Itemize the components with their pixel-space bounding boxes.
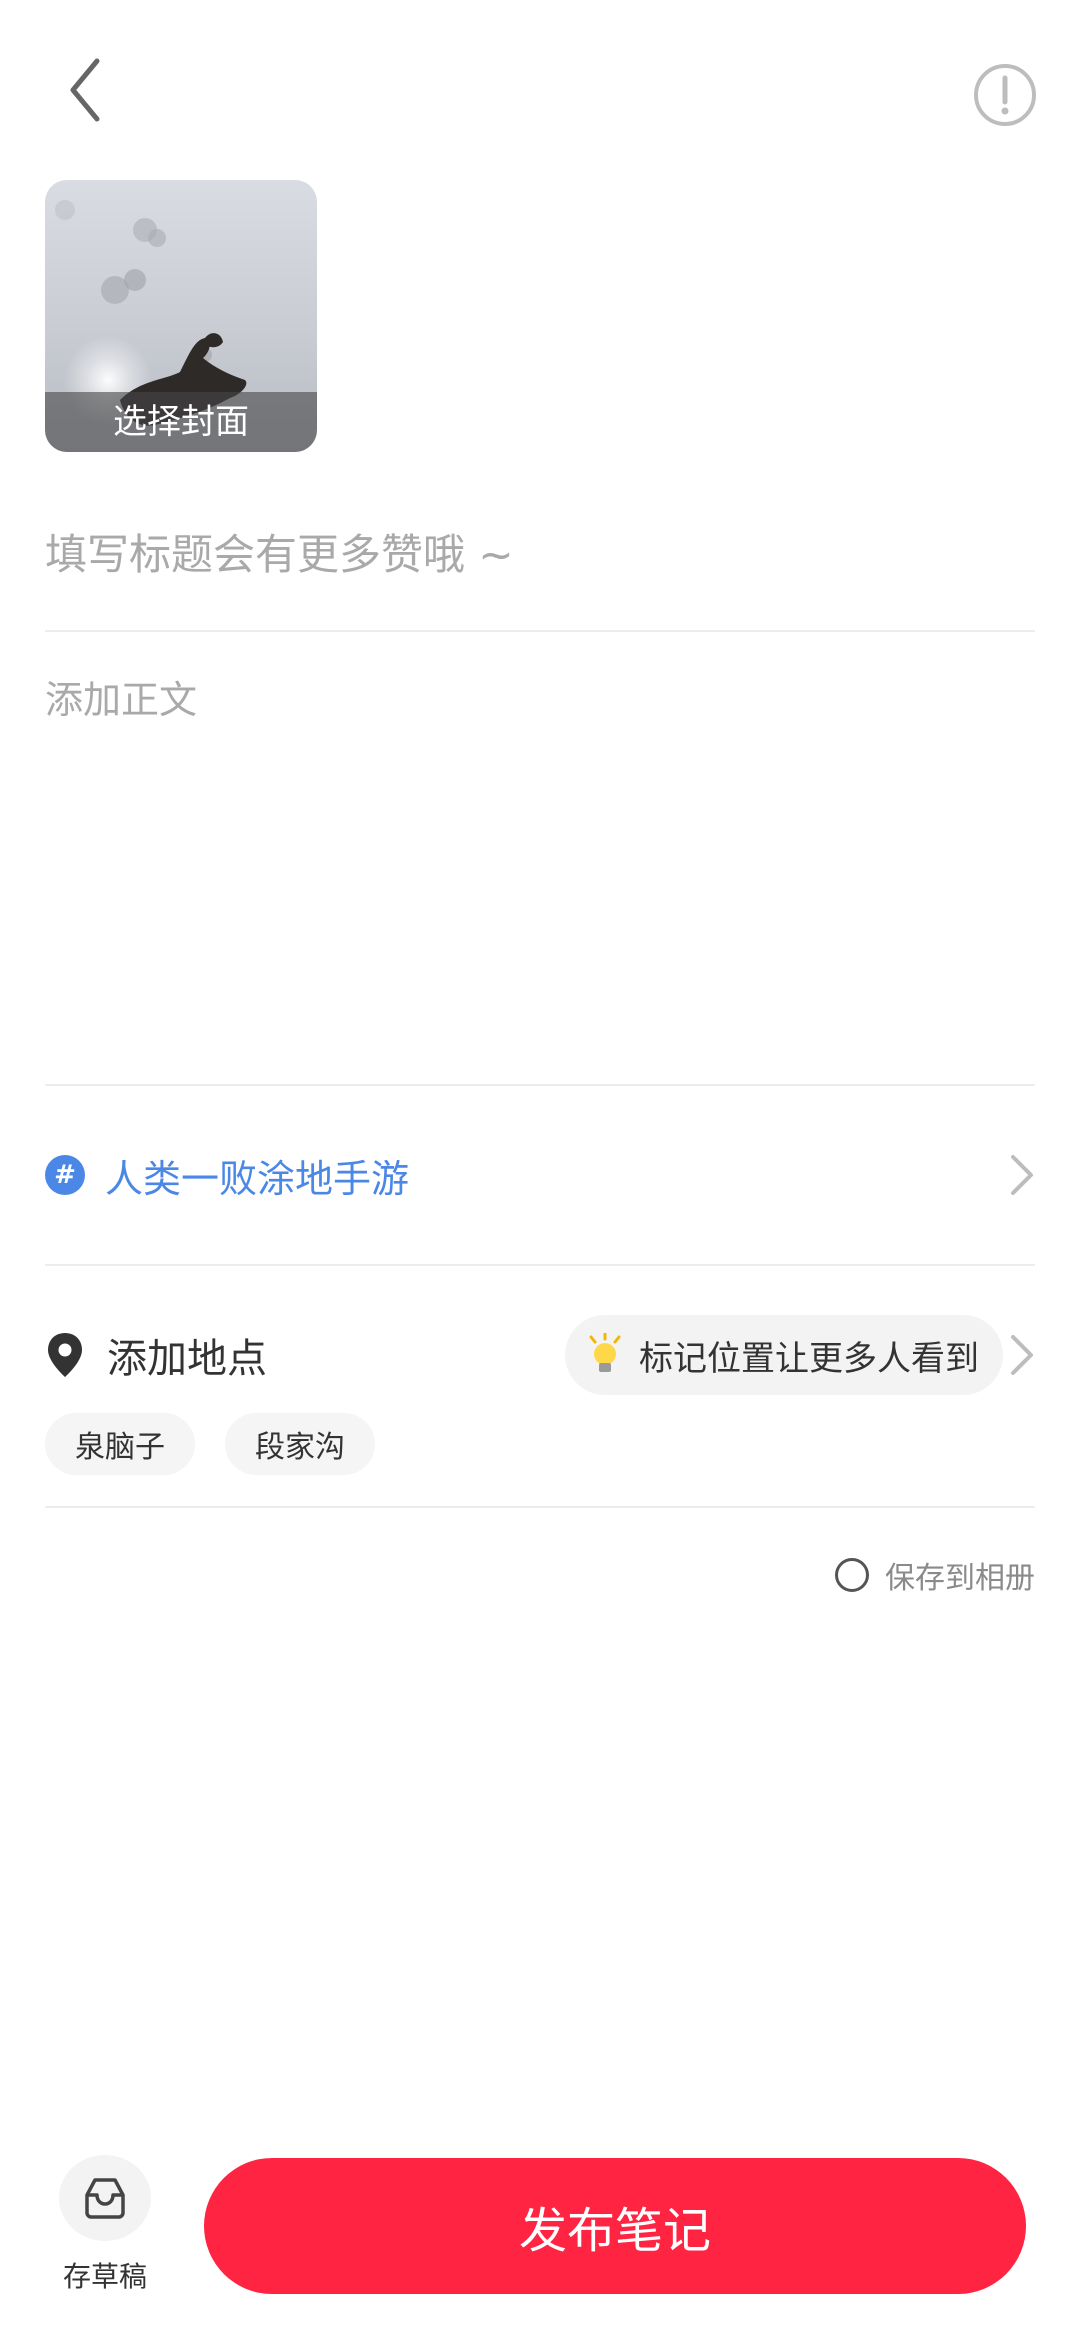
exclamation-circle-icon (974, 64, 1036, 126)
location-suggestion-tag[interactable]: 泉脑子 (45, 1413, 195, 1475)
divider (45, 1084, 1035, 1086)
cover-caption: 选择封面 (113, 402, 249, 442)
publish-button[interactable]: 发布笔记 (204, 2158, 1026, 2294)
draft-icon-wrapper (59, 2155, 151, 2241)
radio-unchecked-icon (835, 1558, 869, 1592)
chevron-right-icon (995, 1145, 1035, 1205)
divider (45, 1506, 1035, 1508)
save-draft-button[interactable]: 存草稿 (55, 2155, 155, 2295)
chevron-left-icon (70, 58, 100, 122)
title-input[interactable]: 填写标题会有更多赞哦 ~ (45, 520, 1035, 590)
save-to-album-toggle[interactable]: 保存到相册 (835, 1553, 1035, 1597)
inbox-icon (85, 2178, 125, 2219)
hash-icon: # (45, 1155, 85, 1195)
add-location-row[interactable]: 添加地点 标记位置让更多人看到 (45, 1305, 1035, 1405)
chevron-right-icon (1009, 1325, 1035, 1385)
location-hint-pill[interactable]: 标记位置让更多人看到 (565, 1315, 1003, 1395)
divider (45, 1264, 1035, 1266)
cover-selector[interactable]: 选择封面 (45, 180, 317, 452)
divider (45, 630, 1035, 632)
topic-label: 人类一败涂地手游 (105, 1156, 410, 1201)
save-to-album-label: 保存到相册 (885, 1561, 1035, 1596)
add-location-label: 添加地点 (107, 1336, 267, 1382)
topic-row[interactable]: # 人类一败涂地手游 (45, 1125, 1035, 1225)
back-button[interactable] (45, 45, 125, 135)
location-pin-icon (48, 1333, 82, 1377)
lightbulb-icon (589, 1333, 621, 1372)
body-input[interactable]: 添加正文 (45, 670, 1035, 730)
location-hint-text: 标记位置让更多人看到 (639, 1338, 979, 1379)
report-button[interactable] (965, 55, 1045, 135)
location-suggestions: 泉脑子 段家沟 (45, 1413, 375, 1475)
save-draft-label: 存草稿 (62, 2260, 147, 2293)
location-suggestion-tag[interactable]: 段家沟 (225, 1413, 375, 1475)
